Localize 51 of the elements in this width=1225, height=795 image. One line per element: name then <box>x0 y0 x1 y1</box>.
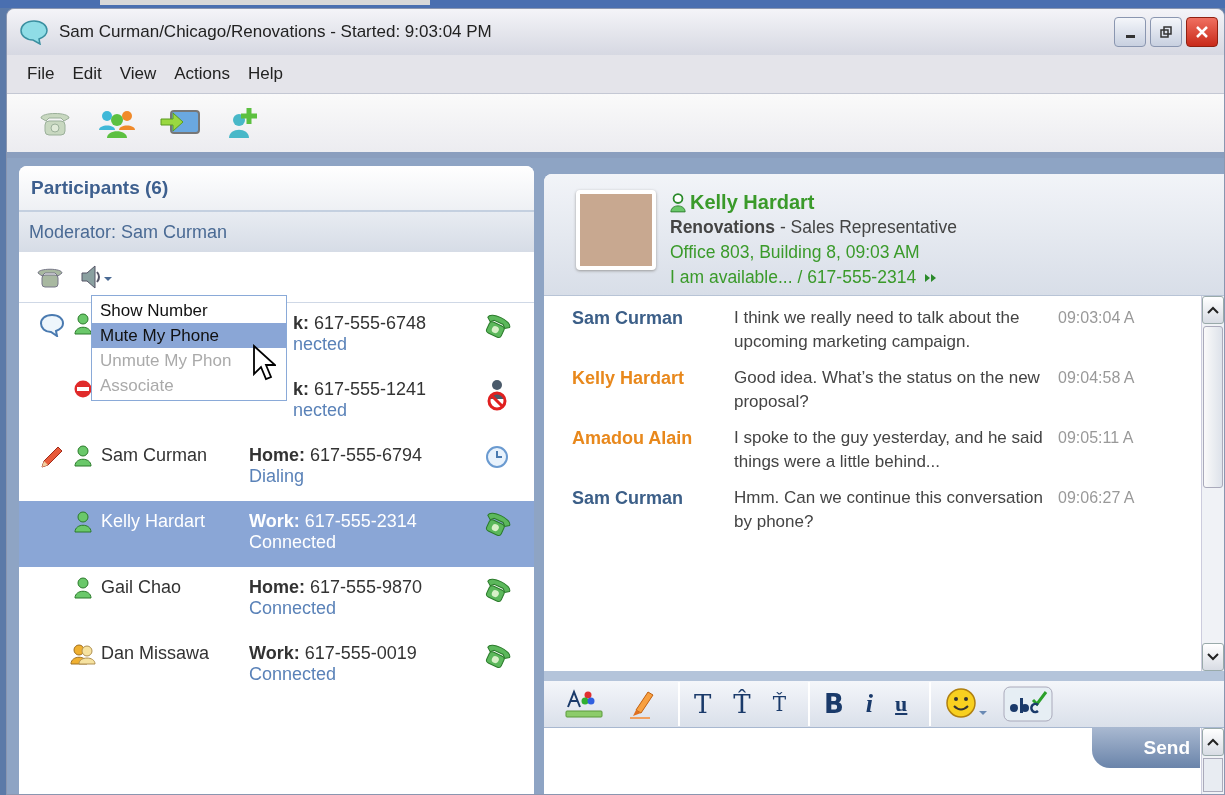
contact-location: Office 803, Building 8, 09:03 AM <box>670 241 921 264</box>
menu-item[interactable]: Mute My Phone <box>92 323 286 348</box>
call-status: Connected <box>249 598 338 619</box>
message-sender: Kelly Hardart <box>572 367 686 390</box>
message-text: Good idea. What’s the status on the new proposal? <box>734 367 1041 413</box>
font-size-button[interactable]: T <box>694 689 712 719</box>
contact-status: I am available... / 617-555-2314 <box>670 266 917 289</box>
message-time: 09:03:04 A <box>1058 308 1135 328</box>
menu-item[interactable]: Show Number <box>92 298 286 323</box>
call-status: Connected <box>249 664 338 685</box>
message-time: 09:04:58 A <box>1058 368 1135 388</box>
window-title: Sam Curman/Chicago/Renovations - Started: 9:03:04 PM <box>59 22 493 42</box>
underline-button[interactable]: u <box>895 689 908 719</box>
message-text: I think we really need to talk about the upcoming marketing campaign. <box>734 307 1021 353</box>
phone-number: Work: 617-555-0019 <box>249 643 418 664</box>
menu-item[interactable]: Edit <box>72 64 102 84</box>
italic-button[interactable]: i <box>865 689 874 719</box>
message-time: 09:05:11 A <box>1058 428 1134 448</box>
participant-name: Sam Curman <box>101 445 208 465</box>
moderator-label: Moderator: Sam Curman <box>19 212 534 252</box>
contact-name: Kelly Hardart <box>690 190 815 215</box>
message-text: Hmm. Can we continue this conversation by phone? <box>734 487 1044 533</box>
message-sender: Sam Curman <box>572 307 685 330</box>
panel-title: Participants (6) <box>19 166 534 212</box>
call-status: Dialing <box>249 466 306 487</box>
participant-row[interactable]: Sam Curman Home: 617-555-6794 Dialing <box>19 435 534 501</box>
call-status: Connected <box>249 532 338 553</box>
phone-number: k: 617-555-1241 <box>293 379 428 400</box>
phone-number: Home: 617-555-6794 <box>249 445 424 466</box>
participant-row[interactable]: Gail Chao Home: 617-555-9870 Connected <box>19 567 534 633</box>
participant-row[interactable]: Dan Missawa Work: 617-555-0019 Connected <box>19 633 534 699</box>
menu-item[interactable]: Actions <box>174 64 230 84</box>
menu-item[interactable]: View <box>119 64 157 84</box>
phone-number: Home: 617-555-9870 <box>249 577 424 598</box>
menu-item[interactable]: Help <box>248 64 283 84</box>
phone-number: Work: 617-555-2314 <box>249 511 418 532</box>
message-time: 09:06:27 A <box>1058 488 1135 508</box>
call-status: nected <box>293 334 349 355</box>
message-sender: Amadou Alain <box>572 427 694 450</box>
call-status: nected <box>293 400 349 421</box>
contact-title: Renovations - Sales Representative <box>670 216 957 239</box>
font-size-button[interactable]: T̂ <box>733 689 751 719</box>
bold-button[interactable]: B <box>824 689 844 719</box>
message-sender: Sam Curman <box>572 487 685 510</box>
phone-number: k: 617-555-6748 <box>293 313 428 334</box>
participant-name: Gail Chao <box>101 577 182 597</box>
font-size-button[interactable]: Ť <box>772 689 787 719</box>
menu-item[interactable]: File <box>27 64 55 84</box>
participant-name: Dan Missawa <box>101 643 210 663</box>
participant-name: Kelly Hardart <box>101 511 206 531</box>
message-text: I spoke to the guy yesterday, and he said things were a little behind... <box>734 427 1044 473</box>
